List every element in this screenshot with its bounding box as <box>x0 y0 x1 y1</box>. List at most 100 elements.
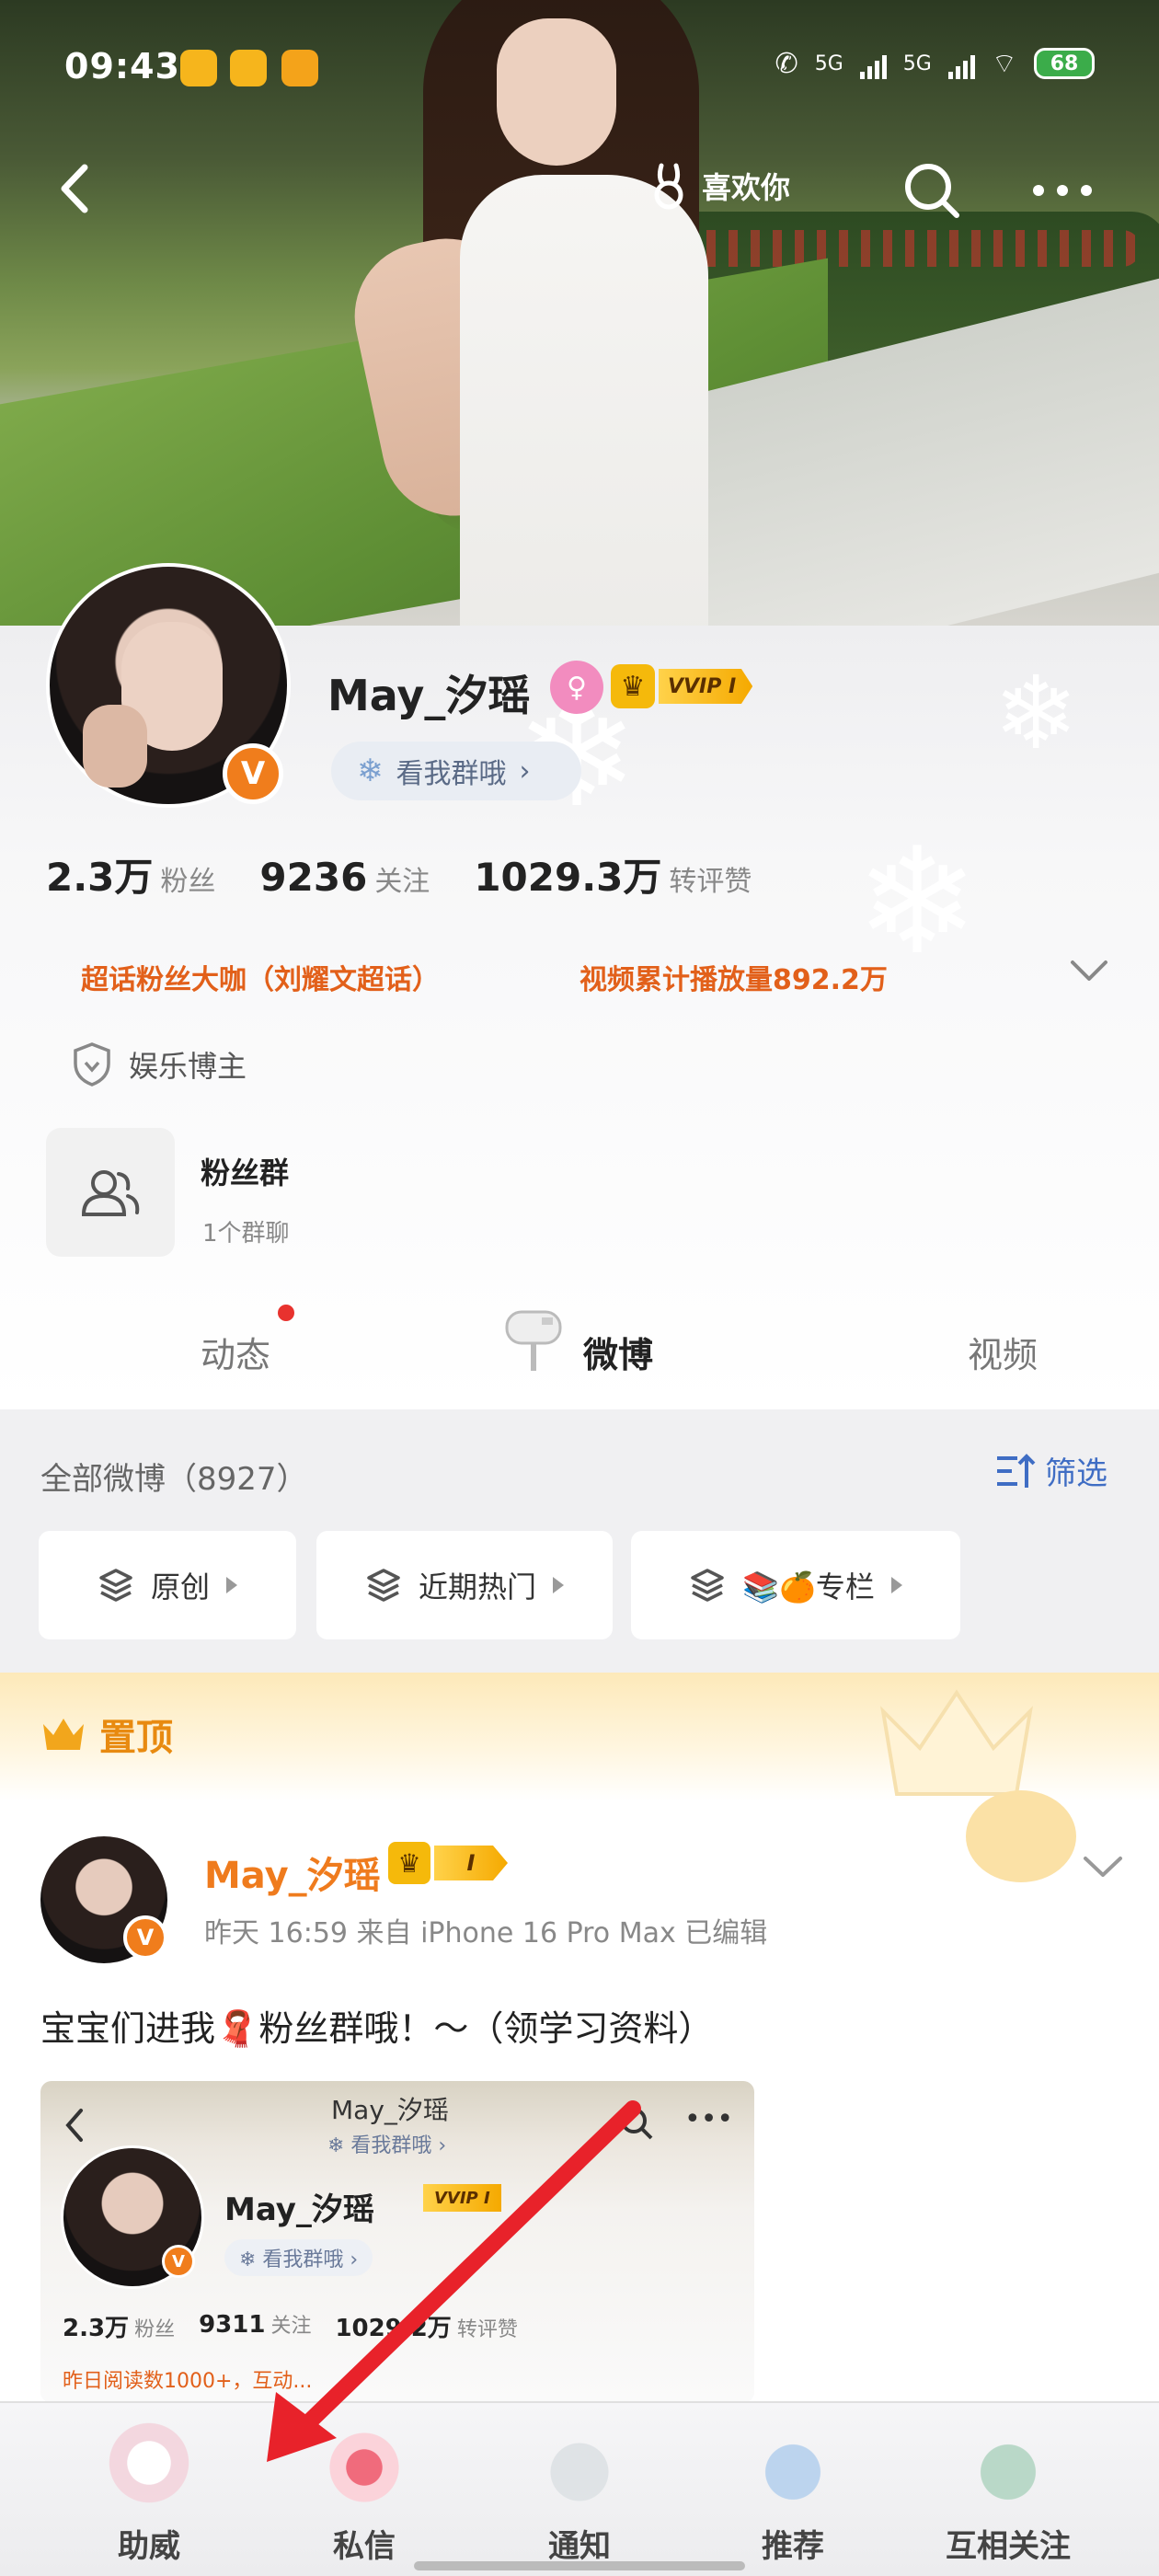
wifi-icon: ⌔ <box>991 48 1017 80</box>
layers-icon <box>367 1569 400 1602</box>
cover-figure-face <box>497 18 616 166</box>
thumb-stats: 2.3万 粉丝 9311 关注 1029.2万 转评赞 <box>63 2309 518 2343</box>
chevron-down-icon[interactable] <box>1082 1853 1124 1880</box>
nav-message[interactable]: 私信 <box>281 2421 447 2576</box>
post-vip-level: I <box>434 1846 508 1880</box>
snowflake-decoration: ❄ <box>993 654 1079 772</box>
snowflake-icon: ❄ <box>357 753 384 789</box>
thumb-stat-label: 关注 <box>270 2315 312 2338</box>
notification-icon <box>281 50 318 86</box>
thumb-stat-value: 9311 <box>199 2311 266 2339</box>
shield-icon <box>74 1042 110 1087</box>
thumb-orange-line: 昨日阅读数1000+，互动... <box>63 2370 313 2393</box>
chip-column[interactable]: 📚🍊专栏 <box>631 1531 960 1639</box>
tab-weibo[interactable]: 微博 <box>583 1327 653 1377</box>
thumb-sub: ❄ 看我群哦 › <box>327 2134 447 2157</box>
stat-label: 粉丝 <box>160 866 216 898</box>
nav-notify[interactable]: 通知 <box>497 2421 662 2576</box>
thumb-stat: 9311 关注 <box>199 2309 311 2343</box>
thumb-stat-value: 1029.2万 <box>335 2315 452 2342</box>
thumb-name: May_汐瑶 <box>224 2191 374 2228</box>
stat-value: 2.3万 <box>46 855 154 900</box>
verified-v-badge-icon: V <box>223 743 283 804</box>
post-meta: 昨天 16:59 来自 iPhone 16 Pro Max 已编辑 <box>204 1917 768 1949</box>
home-indicator[interactable] <box>414 2561 745 2570</box>
cover-flowers <box>662 230 1141 267</box>
nav-mutual-follow[interactable]: 互相关注 <box>925 2421 1091 2576</box>
fan-group-title[interactable]: 粉丝群 <box>201 1150 289 1192</box>
post-image[interactable]: May_汐瑶 ❄ 看我群哦 › ••• V May_汐瑶 VVIP I ❄ 看我… <box>40 2081 754 2403</box>
signal-icon <box>859 48 887 79</box>
more-icon: ••• <box>684 2103 734 2135</box>
vvip-badge[interactable]: ♛ VVIP I <box>611 664 760 708</box>
top-bar: 喜欢你 <box>0 147 1159 230</box>
thumb-stat-label: 粉丝 <box>134 2318 176 2341</box>
hamster-sticker-icon <box>966 1790 1076 1882</box>
nav-label: 助威 <box>118 2528 180 2565</box>
verified-v-badge-icon: V <box>162 2245 195 2278</box>
network-label-2: 5G <box>902 52 932 75</box>
more-icon[interactable] <box>1026 158 1099 223</box>
nav-recommend[interactable]: 推荐 <box>710 2421 876 2576</box>
chip-arrow-icon <box>890 1577 902 1593</box>
nav-label: 通知 <box>548 2528 611 2565</box>
back-arrow-icon[interactable] <box>46 156 110 221</box>
like-you-button[interactable]: 喜欢你 <box>648 162 790 210</box>
chip-original[interactable]: 原创 <box>39 1531 296 1639</box>
nav-cheer[interactable]: 助威 <box>66 2421 232 2576</box>
stat-value: 1029.3万 <box>474 855 662 900</box>
cover-figure-dress <box>460 175 708 635</box>
tab-video[interactable]: 视频 <box>968 1327 1038 1377</box>
fan-group-button[interactable] <box>46 1128 175 1257</box>
chip-label: 近期热门 <box>418 1570 536 1604</box>
cheer-icon <box>98 2421 200 2513</box>
thumb-stat: 2.3万 粉丝 <box>63 2309 175 2343</box>
stat-reposts[interactable]: 1029.3万 转评赞 <box>474 846 752 903</box>
signal-icon <box>947 48 975 79</box>
search-icon[interactable] <box>900 158 964 223</box>
stat-label: 转评赞 <box>669 866 752 898</box>
post-text: 宝宝们进我🧣粉丝群哦！～（领学习资料） <box>40 2008 714 2049</box>
role-row: 娱乐博主 <box>72 1041 247 1087</box>
crown-decoration-icon <box>880 1689 1033 1796</box>
post-author-name[interactable]: May_汐瑶 <box>204 1846 381 1899</box>
weibo-app-icon <box>230 50 267 86</box>
group-pill-button[interactable]: ❄ 看我群哦 › <box>331 742 581 800</box>
stat-value: 9236 <box>259 855 368 900</box>
thumb-title: May_汐瑶 <box>331 2095 449 2125</box>
layers-icon <box>691 1569 724 1602</box>
chip-recent-hot[interactable]: 近期热门 <box>316 1531 613 1639</box>
chevron-down-icon[interactable] <box>1069 957 1109 984</box>
tab-dynamic[interactable]: 动态 <box>201 1327 270 1377</box>
video-plays-link[interactable]: 视频累计播放量892.2万 <box>580 957 888 997</box>
nav-label: 私信 <box>333 2528 396 2565</box>
network-label-1: 5G <box>814 52 843 75</box>
chevron-right-icon: › <box>519 754 531 788</box>
fan-group-subtitle: 1个群聊 <box>202 1220 290 1248</box>
status-right: ✆ 5G 5G ⌔ 68 <box>775 46 1095 81</box>
stat-following[interactable]: 9236 关注 <box>259 855 430 900</box>
rabbit-icon <box>654 163 683 210</box>
super-topic-link[interactable]: 超话粉丝大咖（刘耀文超话） <box>81 957 440 997</box>
back-arrow-icon <box>65 2109 83 2142</box>
house-recommend-icon <box>742 2421 843 2513</box>
role-label: 娱乐博主 <box>129 1049 247 1084</box>
profile-tabs: 动态 微博 视频 <box>0 1306 1159 1408</box>
profile-name: May_汐瑶 <box>327 671 531 720</box>
unread-dot-icon <box>278 1305 294 1321</box>
filter-label: 筛选 <box>1045 1455 1107 1492</box>
female-icon: ♀ <box>550 661 603 714</box>
profile-cover-photo[interactable] <box>0 0 1159 635</box>
crown-icon: ♛ <box>611 664 655 708</box>
layers-icon <box>99 1569 132 1602</box>
thumb-vip: VVIP I <box>423 2184 501 2212</box>
filter-button[interactable]: 筛选 <box>995 1448 1107 1493</box>
status-bar: 09:43 ✆ 5G 5G ⌔ 68 <box>0 46 1159 92</box>
thumb-stat-value: 2.3万 <box>63 2315 130 2342</box>
status-time: 09:43 <box>64 46 180 86</box>
stat-followers[interactable]: 2.3万 粉丝 <box>46 846 215 903</box>
group-people-icon <box>81 1170 140 1216</box>
post-vip-badge[interactable]: ♛ I <box>388 1842 508 1884</box>
tree-notify-icon <box>529 2421 630 2513</box>
filter-icon <box>997 1453 1036 1488</box>
